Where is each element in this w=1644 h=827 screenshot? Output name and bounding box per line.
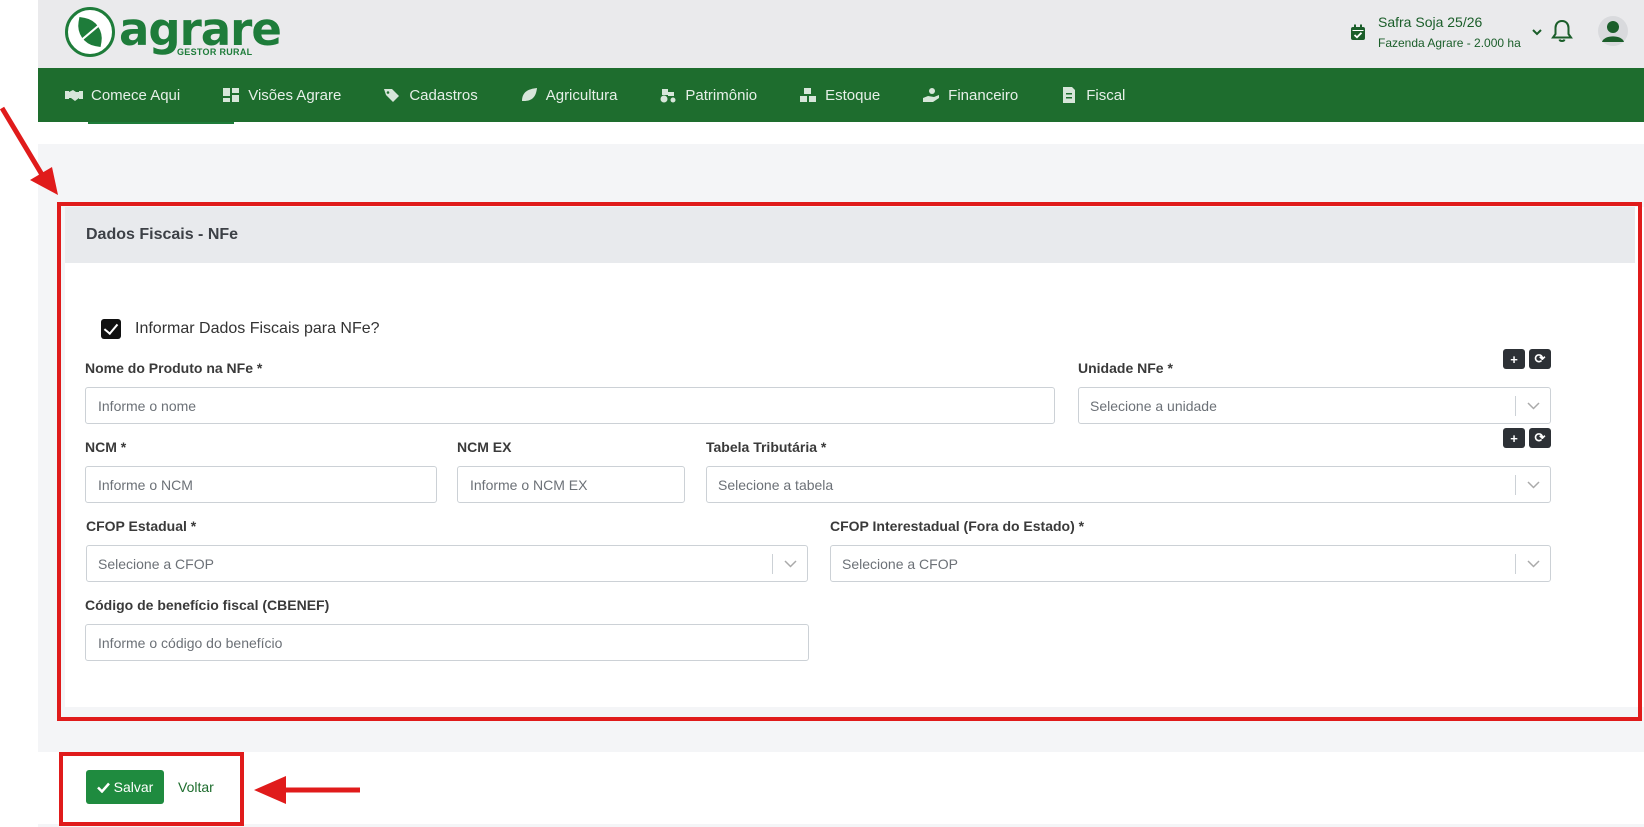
ncm-label: NCM * — [85, 439, 127, 455]
chevron-down-icon — [1532, 29, 1542, 36]
unit-select-placeholder: Selecione a unidade — [1090, 397, 1217, 414]
fiscal-data-card: Dados Fiscais - NFe Informar Dados Fisca… — [65, 207, 1644, 707]
nav-label: Agricultura — [545, 86, 618, 104]
ncm-field: NCM * — [85, 439, 437, 503]
logo-word: agrare — [119, 3, 282, 56]
form-actions: Salvar Voltar — [38, 752, 1644, 824]
chevron-down-icon — [773, 559, 807, 568]
ncm-ex-label: NCM EX — [457, 439, 512, 455]
nav-label: Visões Agrare — [248, 86, 342, 104]
refresh-unit-button[interactable]: ⟳ — [1529, 349, 1551, 369]
nav-item-agricultura[interactable]: Agricultura — [520, 86, 618, 104]
cfop-interstate-select-placeholder: Selecione a CFOP — [842, 555, 958, 572]
back-link[interactable]: Voltar — [178, 779, 214, 795]
check-icon — [96, 782, 110, 793]
add-tax-table-button[interactable]: + — [1503, 428, 1525, 448]
nav-item-cadastros[interactable]: Cadastros — [383, 86, 478, 104]
tax-table-select[interactable]: Selecione a tabela — [706, 466, 1551, 503]
save-button[interactable]: Salvar — [86, 770, 164, 804]
cbenef-input[interactable] — [85, 624, 809, 661]
chevron-down-icon — [1516, 401, 1550, 410]
previous-section-card — [38, 122, 1644, 144]
chevron-down-icon — [1516, 480, 1550, 489]
cfop-state-label: CFOP Estadual * — [86, 518, 197, 534]
agrare-logo[interactable]: agrare GESTOR RURAL — [65, 3, 282, 57]
unit-actions: + ⟳ — [1503, 349, 1551, 369]
unit-field: Unidade NFe * + ⟳ Selecione a unidade — [1078, 349, 1551, 424]
nav-item-financeiro[interactable]: Financeiro — [922, 87, 1018, 104]
tax-table-select-placeholder: Selecione a tabela — [718, 476, 834, 493]
cbenef-label: Código de benefício fiscal (CBENEF) — [85, 597, 330, 613]
ncm-ex-field: NCM EX — [457, 439, 685, 503]
unit-label: Unidade NFe * — [1078, 360, 1173, 376]
nav-item-patrimonio[interactable]: Patrimônio — [659, 87, 757, 104]
ncm-ex-input[interactable] — [457, 466, 685, 503]
user-avatar-icon[interactable] — [1598, 16, 1628, 46]
nav-label: Fiscal — [1086, 86, 1126, 104]
boxes-icon — [800, 88, 817, 102]
fiscal-data-checkbox[interactable] — [101, 319, 121, 339]
tractor-icon — [660, 89, 676, 103]
card-title: Dados Fiscais - NFe — [86, 226, 239, 243]
calendar-check-icon — [1351, 24, 1365, 40]
nav-item-estoque[interactable]: Estoque — [799, 87, 880, 104]
tax-table-label: Tabela Tributária * — [706, 439, 827, 455]
main-nav: Comece Aqui Visões Agrare Cadastros Agri… — [38, 68, 1644, 122]
dashboard-icon — [223, 88, 240, 102]
refresh-tax-table-button[interactable]: ⟳ — [1529, 428, 1551, 448]
cfop-state-field: CFOP Estadual * Selecione a CFOP — [86, 518, 808, 582]
product-name-field: Nome do Produto na NFe * — [85, 360, 1055, 424]
card-header: Dados Fiscais - NFe — [65, 207, 1635, 263]
cfop-state-select[interactable]: Selecione a CFOP — [86, 545, 808, 582]
bell-icon[interactable] — [1550, 18, 1574, 44]
farm-name: Fazenda Agrare - 2.000 ha — [1378, 36, 1521, 50]
cfop-interstate-select[interactable]: Selecione a CFOP — [830, 545, 1551, 582]
save-label: Salvar — [113, 779, 154, 795]
nav-label: Estoque — [825, 86, 881, 104]
cfop-state-select-placeholder: Selecione a CFOP — [98, 555, 214, 572]
app-container: agrare GESTOR RURAL Safra Soja 25/26 Faz… — [38, 0, 1644, 827]
nav-label: Cadastros — [409, 86, 478, 104]
season-selector[interactable]: Safra Soja 25/26 Fazenda Agrare - 2.000 … — [1350, 14, 1543, 50]
unit-select[interactable]: Selecione a unidade — [1078, 387, 1551, 424]
nav-item-fiscal[interactable]: Fiscal — [1060, 87, 1125, 104]
handshake-icon — [65, 90, 83, 101]
leaf-icon — [521, 88, 537, 101]
tax-table-field: Tabela Tributária * + ⟳ Selecione a tabe… — [706, 428, 1551, 503]
tag-icon — [384, 89, 400, 102]
cfop-interstate-field: CFOP Interestadual (Fora do Estado) * Se… — [830, 518, 1551, 582]
product-name-label: Nome do Produto na NFe * — [85, 360, 263, 376]
logo-subtitle: GESTOR RURAL — [177, 47, 253, 57]
cbenef-field: Código de benefício fiscal (CBENEF) — [85, 597, 809, 661]
cfop-interstate-label: CFOP Interestadual (Fora do Estado) * — [830, 518, 1085, 534]
section-divider — [88, 122, 234, 124]
leaf-logo-icon — [65, 7, 115, 57]
add-unit-button[interactable]: + — [1503, 349, 1525, 369]
nav-label: Patrimônio — [685, 86, 758, 104]
fiscal-data-toggle[interactable]: Informar Dados Fiscais para NFe? — [101, 319, 380, 339]
top-bar: agrare GESTOR RURAL Safra Soja 25/26 Faz… — [38, 0, 1644, 68]
nav-item-comece-aqui[interactable]: Comece Aqui — [65, 87, 180, 104]
season-title: Safra Soja 25/26 — [1378, 14, 1483, 30]
tax-table-actions: + ⟳ — [1503, 428, 1551, 448]
hand-coin-icon — [923, 88, 940, 102]
receipt-icon — [1063, 87, 1076, 103]
nav-label: Comece Aqui — [91, 86, 181, 104]
nav-item-visoes-agrare[interactable]: Visões Agrare — [222, 87, 341, 104]
chevron-down-icon — [1516, 559, 1550, 568]
product-name-input[interactable] — [85, 387, 1055, 424]
nav-label: Financeiro — [948, 86, 1019, 104]
ncm-input[interactable] — [85, 466, 437, 503]
checkbox-label: Informar Dados Fiscais para NFe? — [135, 320, 380, 337]
